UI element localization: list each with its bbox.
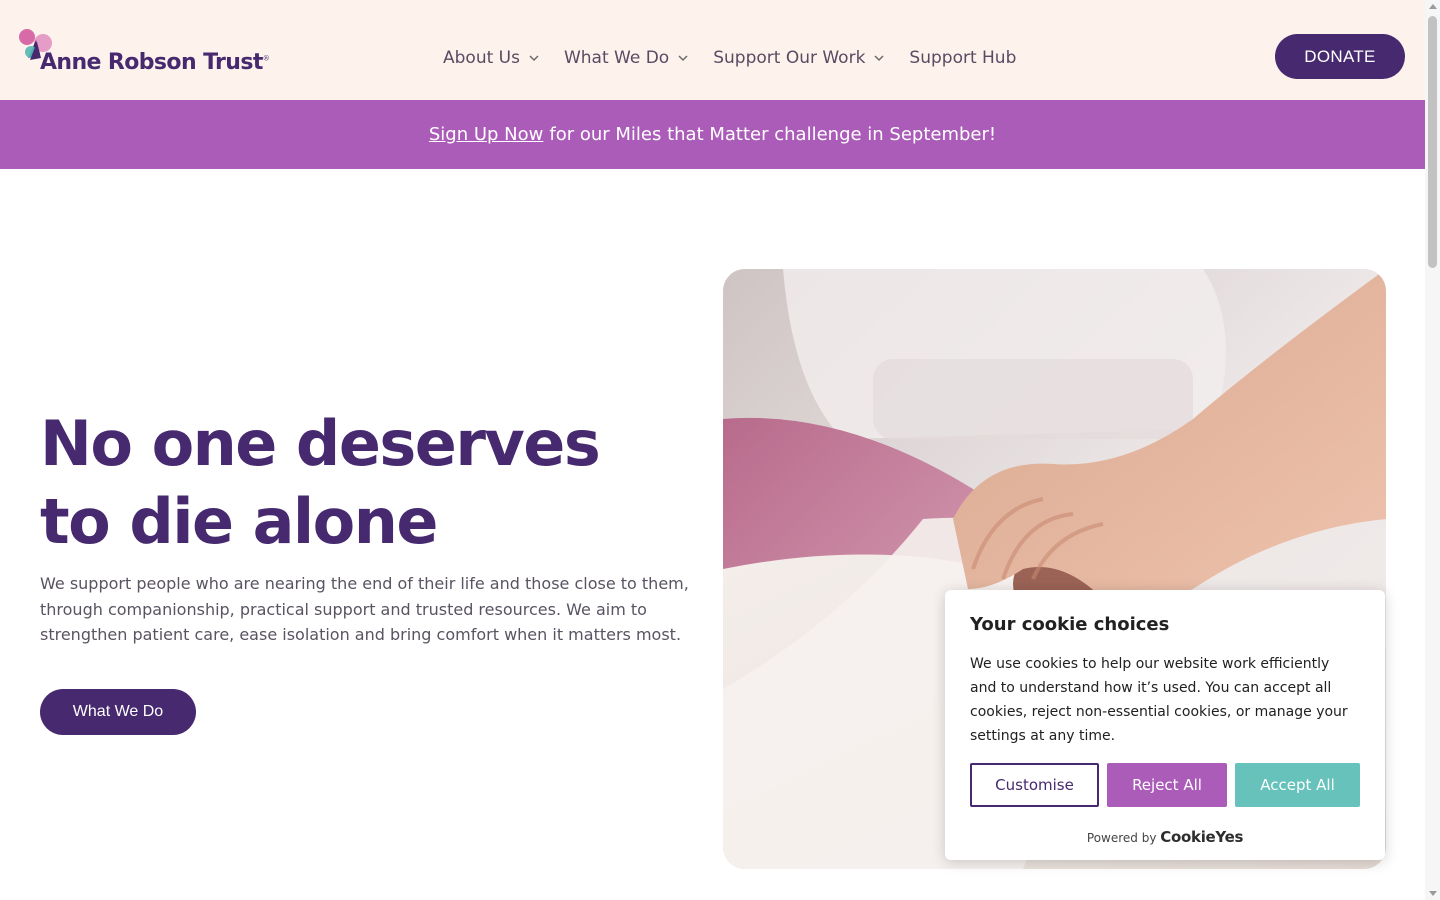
scroll-thumb[interactable] xyxy=(1428,16,1437,268)
logo-text: Anne Robson Trust® xyxy=(40,50,270,75)
nav-what-we-do[interactable]: What We Do xyxy=(564,48,689,68)
what-we-do-button[interactable]: What We Do xyxy=(40,689,196,735)
chevron-down-icon xyxy=(678,55,688,62)
main-nav: About Us What We Do Support Our Work Sup… xyxy=(443,48,1016,68)
scroll-down-arrow-icon[interactable] xyxy=(1429,891,1437,896)
chevron-down-icon xyxy=(874,55,884,62)
reject-all-button[interactable]: Reject All xyxy=(1107,763,1227,807)
page-scrollbar[interactable] xyxy=(1425,0,1440,900)
cookie-buttons: Customise Reject All Accept All xyxy=(970,763,1360,807)
donate-button[interactable]: DONATE xyxy=(1275,34,1405,79)
nav-label: About Us xyxy=(443,48,520,68)
sign-up-link[interactable]: Sign Up Now xyxy=(429,124,544,145)
nav-label: Support Hub xyxy=(909,48,1017,68)
scroll-up-arrow-icon[interactable] xyxy=(1429,4,1437,9)
chevron-down-icon xyxy=(529,55,539,62)
powered-by: Powered by CookieYes xyxy=(945,828,1385,846)
nav-label: Support Our Work xyxy=(713,48,866,68)
nav-label: What We Do xyxy=(563,48,670,68)
site-logo[interactable]: Anne Robson Trust® xyxy=(18,28,278,80)
cookie-title: Your cookie choices xyxy=(970,614,1170,635)
customise-button[interactable]: Customise xyxy=(970,763,1099,807)
nav-support-hub[interactable]: Support Hub xyxy=(909,48,1016,68)
announcement-banner: Sign Up Now for our Miles that Matter ch… xyxy=(0,100,1425,169)
hero-title: No one deserves to die alone xyxy=(40,405,700,561)
nav-support-our-work[interactable]: Support Our Work xyxy=(713,48,885,68)
powered-by-label: Powered by xyxy=(1086,831,1157,845)
site-header: Anne Robson Trust® About Us What We Do S… xyxy=(0,0,1425,100)
hero-title-line-1: No one deserves xyxy=(40,407,601,480)
nav-about-us[interactable]: About Us xyxy=(443,48,540,68)
cookie-description: We use cookies to help our website work … xyxy=(970,656,1348,744)
cookie-consent-dialog: Your cookie choices We use cookies to he… xyxy=(945,590,1385,860)
banner-text: for our Miles that Matter challenge in S… xyxy=(549,124,997,145)
hero-description: We support people who are nearing the en… xyxy=(40,574,689,644)
cookieyes-logo[interactable]: CookieYes xyxy=(1160,828,1243,846)
accept-all-button[interactable]: Accept All xyxy=(1235,763,1360,807)
hero-title-line-2: to die alone xyxy=(40,485,438,558)
